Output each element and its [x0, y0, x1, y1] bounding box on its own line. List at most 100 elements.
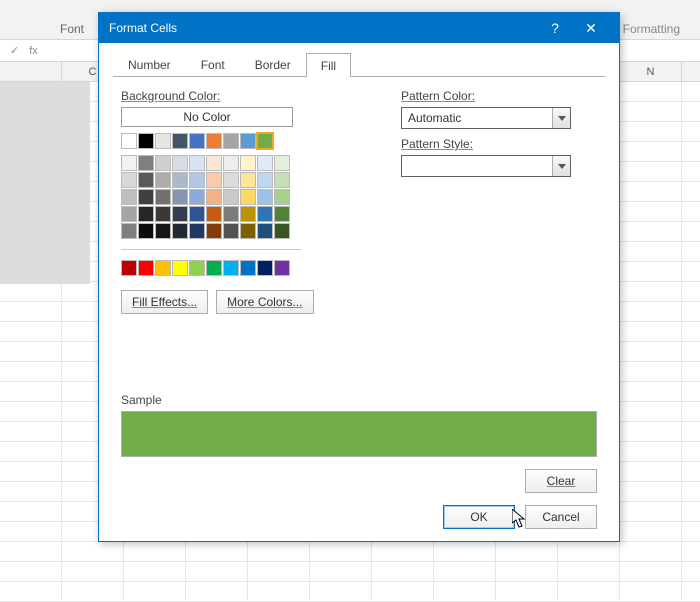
color-swatch[interactable] [240, 206, 256, 222]
column-header[interactable] [0, 62, 62, 81]
color-swatch[interactable] [155, 223, 171, 239]
color-swatch[interactable] [189, 189, 205, 205]
color-swatch[interactable] [138, 172, 154, 188]
color-swatch[interactable] [257, 172, 273, 188]
more-colors-button[interactable]: More Colors... [216, 290, 313, 314]
cell[interactable] [620, 182, 682, 201]
cell[interactable] [620, 462, 682, 481]
cell[interactable] [620, 142, 682, 161]
color-swatch[interactable] [240, 223, 256, 239]
cell[interactable] [0, 502, 62, 521]
cell[interactable] [186, 562, 248, 581]
color-swatch[interactable] [172, 172, 188, 188]
color-swatch[interactable] [172, 206, 188, 222]
color-swatch[interactable] [155, 260, 171, 276]
cell[interactable] [310, 562, 372, 581]
color-swatch[interactable] [257, 260, 273, 276]
color-swatch[interactable] [138, 206, 154, 222]
cell[interactable] [0, 422, 62, 441]
cell[interactable] [620, 342, 682, 361]
color-swatch[interactable] [257, 223, 273, 239]
cell[interactable] [248, 562, 310, 581]
color-swatch[interactable] [155, 155, 171, 171]
color-swatch[interactable] [206, 133, 222, 149]
color-swatch[interactable] [240, 133, 256, 149]
color-swatch[interactable] [206, 206, 222, 222]
color-swatch[interactable] [274, 206, 290, 222]
color-swatch[interactable] [138, 155, 154, 171]
color-swatch[interactable] [257, 189, 273, 205]
cell[interactable] [558, 542, 620, 561]
pattern-color-combo[interactable]: Automatic [401, 107, 571, 129]
cell[interactable] [0, 482, 62, 501]
tab-fill[interactable]: Fill [306, 53, 351, 77]
cell[interactable] [496, 562, 558, 581]
cell[interactable] [310, 582, 372, 601]
cell[interactable] [620, 302, 682, 321]
cell[interactable] [62, 542, 124, 561]
cell[interactable] [620, 102, 682, 121]
color-swatch[interactable] [138, 133, 154, 149]
color-swatch[interactable] [274, 260, 290, 276]
cell[interactable] [0, 542, 62, 561]
cell[interactable] [620, 382, 682, 401]
cell[interactable] [0, 382, 62, 401]
cell[interactable] [620, 522, 682, 541]
cell[interactable] [496, 542, 558, 561]
color-swatch[interactable] [240, 172, 256, 188]
cell[interactable] [620, 202, 682, 221]
cell[interactable] [372, 582, 434, 601]
cell[interactable] [0, 582, 62, 601]
color-swatch[interactable] [206, 189, 222, 205]
tab-border[interactable]: Border [240, 52, 306, 76]
cell[interactable] [620, 402, 682, 421]
color-swatch[interactable] [138, 223, 154, 239]
cell[interactable] [434, 542, 496, 561]
color-swatch[interactable] [121, 260, 137, 276]
cell[interactable] [0, 342, 62, 361]
cell[interactable] [62, 562, 124, 581]
color-swatch[interactable] [155, 189, 171, 205]
color-swatch[interactable] [121, 189, 137, 205]
cell[interactable] [0, 522, 62, 541]
color-swatch[interactable] [274, 155, 290, 171]
color-swatch[interactable] [121, 172, 137, 188]
no-color-button[interactable]: No Color [121, 107, 293, 127]
color-swatch[interactable] [189, 172, 205, 188]
cell[interactable] [372, 562, 434, 581]
color-swatch[interactable] [223, 206, 239, 222]
color-swatch[interactable] [223, 260, 239, 276]
cell[interactable] [124, 582, 186, 601]
cell[interactable] [620, 502, 682, 521]
color-swatch[interactable] [189, 133, 205, 149]
cell[interactable] [434, 562, 496, 581]
color-swatch[interactable] [206, 172, 222, 188]
color-swatch[interactable] [172, 133, 188, 149]
cell[interactable] [0, 322, 62, 341]
cell[interactable] [0, 462, 62, 481]
color-swatch[interactable] [274, 223, 290, 239]
color-swatch[interactable] [206, 260, 222, 276]
cell[interactable] [496, 582, 558, 601]
cell[interactable] [620, 562, 682, 581]
color-swatch[interactable] [172, 260, 188, 276]
cell[interactable] [0, 442, 62, 461]
color-swatch[interactable] [189, 155, 205, 171]
color-swatch[interactable] [223, 172, 239, 188]
ok-button[interactable]: OK [443, 505, 515, 529]
cell[interactable] [248, 542, 310, 561]
cell[interactable] [62, 582, 124, 601]
cell[interactable] [186, 542, 248, 561]
color-swatch[interactable] [223, 189, 239, 205]
color-swatch[interactable] [155, 133, 171, 149]
clear-button[interactable]: Clear [525, 469, 597, 493]
color-swatch[interactable] [240, 155, 256, 171]
color-swatch[interactable] [240, 189, 256, 205]
cell[interactable] [620, 222, 682, 241]
cell[interactable] [372, 542, 434, 561]
color-swatch[interactable] [257, 206, 273, 222]
cell[interactable] [186, 582, 248, 601]
color-swatch[interactable] [172, 155, 188, 171]
cell[interactable] [620, 582, 682, 601]
cell[interactable] [558, 562, 620, 581]
